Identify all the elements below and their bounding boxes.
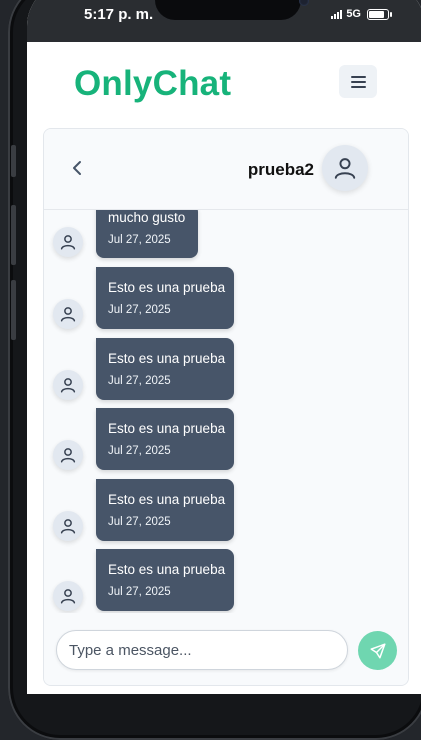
message-bubble: Esto es una prueba Jul 27, 2025	[96, 408, 234, 470]
message-bubble: Esto es una prueba Jul 27, 2025	[96, 479, 234, 541]
app-header: OnlyChat	[27, 42, 421, 126]
screen: 5:17 p. m. 5G OnlyChat prueba2 mucho gus…	[27, 0, 421, 694]
message-date: Jul 27, 2025	[108, 586, 171, 598]
user-icon	[60, 378, 76, 393]
message-input[interactable]	[56, 630, 348, 670]
phone-frame: 5:17 p. m. 5G OnlyChat prueba2 mucho gus…	[8, 0, 421, 740]
send-icon	[370, 643, 385, 658]
sender-avatar	[53, 581, 83, 611]
user-icon	[60, 448, 76, 463]
side-button	[11, 145, 16, 177]
message-text: Esto es una prueba	[108, 280, 226, 295]
send-button[interactable]	[358, 631, 397, 670]
message-bubble: mucho gusto Jul 27, 2025	[96, 210, 198, 258]
menu-button[interactable]	[339, 65, 377, 98]
message-text: Esto es una prueba	[108, 492, 226, 507]
camera-icon	[299, 0, 309, 6]
message-text: Esto es una prueba	[108, 421, 226, 436]
message-bubble: Esto es una prueba Jul 27, 2025	[96, 267, 234, 329]
side-button	[11, 280, 16, 340]
message-bubble: Esto es una prueba Jul 27, 2025	[96, 338, 234, 400]
message-bubble: Esto es una prueba Jul 27, 2025	[96, 549, 234, 611]
chat-card: prueba2 mucho gusto Jul 27, 2025 Esto es…	[43, 128, 409, 686]
notch	[155, 0, 309, 20]
message-text: Esto es una prueba	[108, 562, 226, 577]
contact-name: prueba2	[247, 160, 314, 179]
sender-avatar	[53, 299, 83, 329]
user-icon	[60, 519, 76, 534]
back-button[interactable]	[70, 158, 84, 178]
user-icon	[60, 589, 76, 604]
message-date: Jul 27, 2025	[108, 304, 171, 316]
sender-avatar	[53, 440, 83, 470]
message-date: Jul 27, 2025	[108, 234, 171, 246]
status-time: 5:17 p. m.	[84, 6, 154, 23]
chevron-left-icon	[73, 161, 81, 175]
user-icon	[334, 158, 356, 179]
sender-avatar	[53, 511, 83, 541]
message-composer	[44, 613, 408, 685]
battery-icon	[367, 8, 392, 20]
status-indicators: 5G	[331, 8, 392, 20]
network-label: 5G	[346, 8, 361, 20]
sender-avatar	[53, 227, 83, 257]
message-text: Esto es una prueba	[108, 351, 226, 366]
sender-avatar	[53, 370, 83, 400]
message-date: Jul 27, 2025	[108, 516, 171, 528]
message-text: mucho gusto	[108, 210, 186, 225]
brand-logo[interactable]: OnlyChat	[74, 64, 231, 104]
hamburger-icon	[350, 75, 366, 78]
message-date: Jul 27, 2025	[108, 445, 171, 457]
message-list[interactable]: mucho gusto Jul 27, 2025 Esto es una pru…	[44, 210, 408, 613]
user-icon	[60, 307, 76, 322]
contact-avatar[interactable]	[322, 145, 368, 191]
status-bar: 5:17 p. m. 5G	[27, 0, 421, 42]
chat-header: prueba2	[44, 129, 408, 210]
signal-icon	[331, 9, 343, 19]
side-button	[11, 205, 16, 265]
user-icon	[60, 235, 76, 250]
message-date: Jul 27, 2025	[108, 375, 171, 387]
